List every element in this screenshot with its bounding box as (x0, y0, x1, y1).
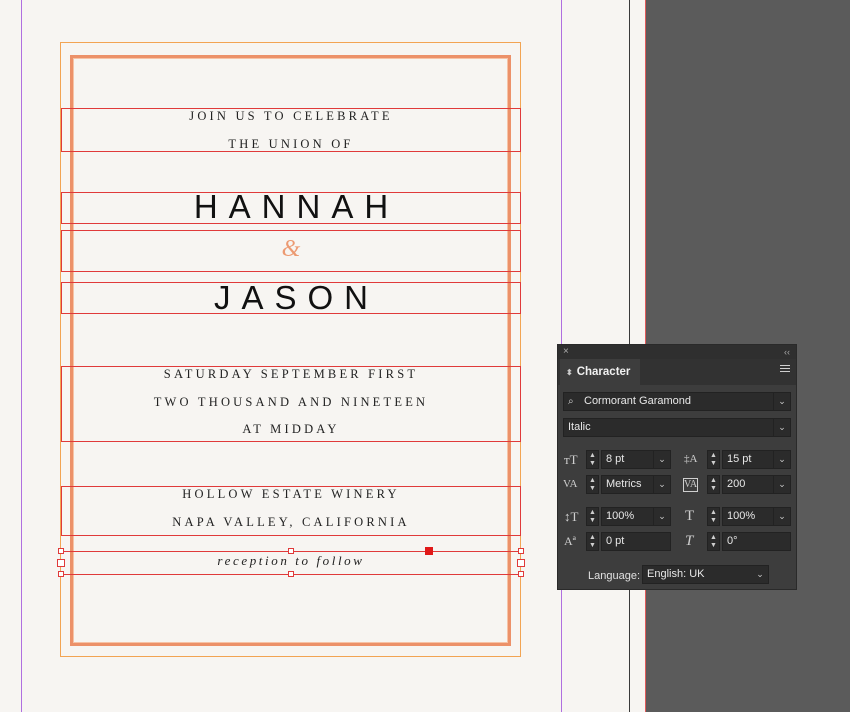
chevron-down-icon: ⌄ (773, 476, 790, 493)
baseline-shift-icon: Aª (564, 534, 576, 548)
skew-field[interactable]: 0° (722, 532, 791, 551)
language-label: Language: (588, 570, 640, 582)
chevron-down-icon: ⌄ (756, 569, 764, 579)
leading-stepper[interactable]: ▲ ▼ (707, 450, 720, 469)
kerning-icon: VA (563, 478, 578, 490)
skew-value: 0° (727, 535, 738, 547)
tab-expand-icon: ⬍ (566, 368, 573, 377)
language-value: English: UK (647, 568, 705, 580)
font-family-value: Cormorant Garamond (584, 395, 691, 407)
venue-line-1: HOLLOW ESTATE WINERY (182, 487, 400, 501)
resize-handle-top-center[interactable] (288, 548, 294, 554)
tracking-icon: VA (683, 478, 699, 492)
skew-stepper[interactable]: ▲ ▼ (707, 532, 720, 551)
kerning-stepper[interactable]: ▲ ▼ (586, 475, 599, 494)
font-size-field[interactable]: 8 pt ⌄ (601, 450, 671, 469)
baseline-shift-field[interactable]: 0 pt (601, 532, 671, 551)
ampersand: & (281, 236, 301, 262)
tracking-field[interactable]: 200 ⌄ (722, 475, 791, 494)
tracking-value: 200 (727, 478, 746, 490)
resize-handle-mid-left[interactable] (57, 559, 65, 567)
panel-menu-icon[interactable] (780, 365, 790, 375)
kerning-field[interactable]: Metrics ⌄ (601, 475, 671, 494)
leading-value: 15 pt (727, 453, 752, 465)
resize-handle-bottom-right[interactable] (518, 571, 524, 577)
date-line-2: TWO THOUSAND AND NINETEEN (153, 395, 429, 409)
name-hannah: HANNAH (193, 188, 400, 225)
panel-title-bar[interactable]: × ‹‹ (558, 345, 796, 359)
vertical-scale-icon: ↕T (564, 509, 579, 524)
tracking-stepper[interactable]: ▲ ▼ (707, 475, 720, 494)
margin-guide-left (21, 0, 22, 712)
date-line-1: SATURDAY SEPTEMBER FIRST (163, 367, 419, 381)
baseline-shift-value: 0 pt (606, 535, 625, 547)
chevron-down-icon: ⌄ (773, 419, 790, 436)
baseline-shift-stepper[interactable]: ▲ ▼ (586, 532, 599, 551)
resize-handle-bottom-center[interactable] (288, 571, 294, 577)
tab-character-label: Character (576, 366, 631, 378)
font-size-icon: тT (564, 452, 578, 467)
panel-tab-row: ⬍ Character (558, 359, 796, 385)
font-family-dropdown[interactable]: ⌕ Cormorant Garamond ⌄ (563, 392, 791, 411)
out-port-handle[interactable] (425, 547, 433, 555)
leading-field[interactable]: 15 pt ⌄ (722, 450, 791, 469)
tab-character[interactable]: ⬍ Character (560, 359, 640, 385)
resize-handle-bottom-left[interactable] (58, 571, 64, 577)
language-dropdown[interactable]: English: UK ⌄ (642, 565, 769, 584)
search-icon: ⌕ (568, 396, 574, 407)
chevron-down-icon: ⌄ (773, 508, 790, 525)
vertical-scale-field[interactable]: 100% ⌄ (601, 507, 671, 526)
font-size-stepper[interactable]: ▲ ▼ (586, 450, 599, 469)
font-style-value: Italic (568, 421, 591, 433)
leading-icon: ‡A (684, 453, 698, 465)
resize-handle-top-left[interactable] (58, 548, 64, 554)
date-line-3: AT MIDDAY (242, 422, 340, 436)
chevron-down-icon: ⌄ (653, 451, 670, 468)
vertical-scale-value: 100% (606, 510, 635, 522)
font-style-dropdown[interactable]: Italic ⌄ (563, 418, 791, 437)
reception-text[interactable]: reception to follow (61, 553, 521, 569)
skew-icon: T (685, 533, 694, 549)
vertical-scale-stepper[interactable]: ▲ ▼ (586, 507, 599, 526)
font-size-value: 8 pt (606, 453, 625, 465)
horizontal-scale-stepper[interactable]: ▲ ▼ (707, 507, 720, 526)
horizontal-scale-icon: T (685, 508, 695, 524)
horizontal-scale-value: 100% (727, 510, 756, 522)
chevron-down-icon: ⌄ (653, 508, 670, 525)
invite-line-2: THE UNION OF (228, 137, 354, 151)
resize-handle-mid-right[interactable] (517, 559, 525, 567)
name-jason: JASON (213, 279, 380, 316)
kerning-value: Metrics (606, 478, 642, 490)
horizontal-scale-field[interactable]: 100% ⌄ (722, 507, 791, 526)
venue-line-2: NAPA VALLEY, CALIFORNIA (172, 515, 410, 529)
resize-handle-top-right[interactable] (518, 548, 524, 554)
collapse-icon[interactable]: ‹‹ (784, 345, 790, 359)
character-panel[interactable]: × ‹‹ ⬍ Character ⌕ Cormorant Garamond ⌄ I… (557, 344, 797, 590)
chevron-down-icon: ⌄ (773, 393, 790, 410)
chevron-down-icon: ⌄ (773, 451, 790, 468)
close-icon[interactable]: × (563, 345, 569, 359)
chevron-down-icon: ⌄ (653, 476, 670, 493)
invite-line-1: JOIN US TO CELEBRATE (189, 109, 393, 123)
